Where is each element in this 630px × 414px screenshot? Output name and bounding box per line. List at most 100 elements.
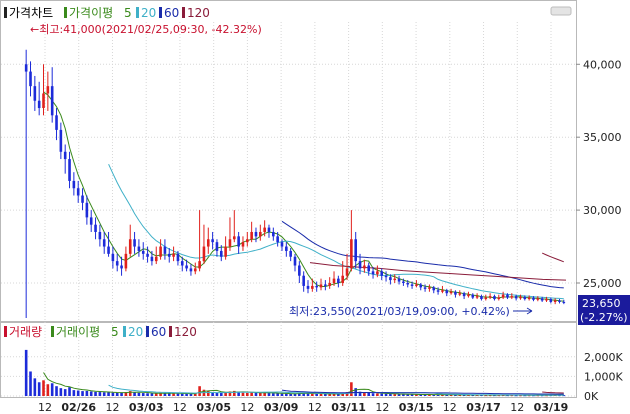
volume-bar: [85, 390, 89, 396]
candle-body: [337, 278, 340, 284]
volume-ma-120: 120: [174, 325, 197, 339]
candle-body: [545, 299, 548, 301]
volume-bar: [89, 391, 93, 396]
candle-body: [319, 284, 323, 288]
candle-body: [432, 287, 436, 291]
candle-body: [176, 253, 180, 262]
candle-body: [419, 284, 423, 288]
candle-body: [180, 261, 184, 266]
candle-body: [497, 297, 501, 300]
candle-body: [172, 253, 175, 257]
candle-body: [24, 64, 28, 72]
volume-bar: [215, 392, 219, 396]
candle-body: [458, 293, 462, 295]
volume-bar: [259, 392, 262, 396]
candle-body: [50, 86, 54, 116]
volume-bar: [102, 392, 106, 396]
candle-body: [393, 278, 397, 281]
chart-canvas: 40,000 35,000 30,000 25,000 2,000K 1,000K 0K 12…: [0, 0, 630, 414]
candle-body: [215, 242, 219, 251]
candle-body: [137, 246, 141, 251]
volume-bar: [289, 393, 292, 396]
volume-bar: [315, 393, 318, 396]
volume-bar: [246, 392, 249, 396]
candle-body: [423, 287, 427, 289]
candle-body: [445, 290, 449, 294]
time-tick-label: 12: [38, 401, 52, 414]
volume-bar: [141, 393, 145, 396]
candle-body: [389, 277, 392, 281]
volume-bar: [24, 349, 28, 396]
time-tick-label: 12: [105, 401, 119, 414]
candle-body: [146, 253, 149, 257]
volume-bar: [285, 393, 288, 396]
volume-bar: [55, 386, 58, 396]
price-tick-label: 25,000: [583, 277, 622, 290]
time-tick-label: 12: [308, 401, 322, 414]
volume-bar: [254, 392, 258, 396]
candle-body: [402, 281, 405, 284]
candle-body: [59, 129, 63, 152]
candle-body: [193, 268, 197, 272]
candle-body: [276, 236, 279, 243]
price-ma20-marker: [136, 7, 139, 18]
candle-body: [549, 299, 553, 302]
candle-body: [254, 231, 258, 237]
price-ma-120: 120: [187, 6, 210, 20]
candle-body: [315, 285, 318, 288]
candle-body: [493, 296, 496, 300]
volume-bar: [111, 392, 115, 396]
candle-body: [141, 250, 145, 254]
volume-bar: [272, 393, 275, 396]
volume-bar: [319, 393, 323, 396]
volume-bar: [63, 389, 67, 396]
candle-body: [241, 242, 245, 247]
volume-bar: [81, 391, 84, 396]
price-ma120-marker: [182, 7, 185, 18]
volume-bar: [133, 392, 136, 396]
price-tick-label: 40,000: [583, 58, 622, 71]
volume-bar: [37, 382, 41, 396]
candle-body: [428, 287, 431, 289]
price-ma-5: 5: [124, 6, 132, 20]
volume-bar: [267, 393, 271, 396]
candle-body: [376, 271, 379, 275]
volume-bar: [94, 391, 97, 396]
volume-bar: [276, 393, 279, 396]
candle-body: [263, 227, 266, 232]
time-tick-label: 12: [443, 401, 457, 414]
candle-body: [510, 296, 514, 298]
volume-bar: [68, 387, 71, 396]
candle-body: [68, 159, 71, 181]
candle-body: [358, 261, 362, 269]
candle-body: [471, 294, 475, 298]
candle-body: [232, 236, 236, 240]
time-tick-label: 03/03: [129, 401, 164, 414]
candle-body: [128, 239, 132, 254]
candle-body: [55, 115, 58, 130]
volume-ma60-marker: [146, 326, 149, 337]
candle-body: [302, 275, 305, 286]
volume-tick-label: 1,000K: [584, 370, 623, 383]
last-price-value: 23,650: [582, 297, 621, 310]
candle-body: [76, 188, 80, 196]
candle-body: [367, 265, 371, 272]
candle-body: [228, 239, 232, 247]
candle-body: [115, 261, 119, 266]
candle-body: [107, 246, 110, 254]
volume-bar: [46, 384, 50, 396]
volume-bar: [137, 392, 141, 396]
candle-body: [124, 253, 128, 269]
volume-bar: [324, 394, 327, 396]
candle-body: [285, 246, 288, 251]
volume-bar: [146, 393, 149, 396]
time-tick-label: 12: [240, 401, 254, 414]
price-tick-label: 30,000: [583, 204, 622, 217]
volume-bar: [33, 378, 37, 396]
volume-ma-60: 60: [151, 325, 166, 339]
candle-body: [536, 298, 540, 300]
candle-body: [163, 246, 167, 254]
candle-body: [94, 224, 97, 232]
scroll-handle[interactable]: [550, 6, 572, 16]
candle-body: [202, 246, 206, 262]
